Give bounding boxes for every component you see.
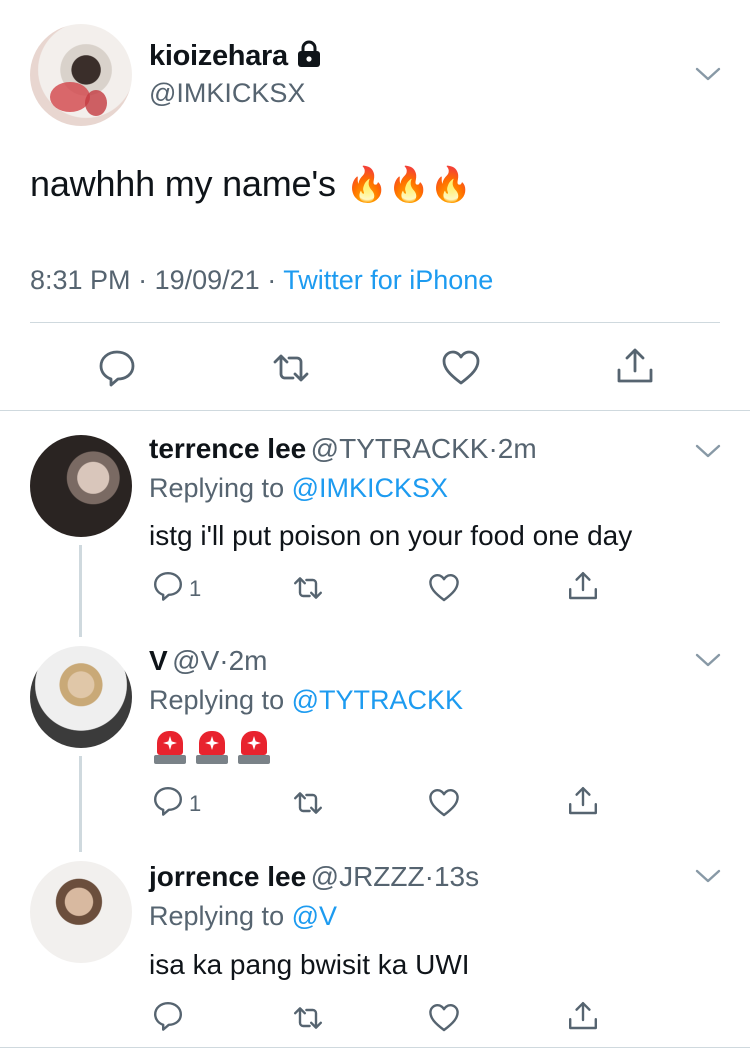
- tweet-meta: 8:31 PM · 19/09/21 · Twitter for iPhone: [30, 265, 493, 296]
- tweet-body: nawhhh my name's: [30, 163, 336, 204]
- reply-avatar[interactable]: [30, 646, 132, 748]
- replying-to-link[interactable]: @IMKICKSX: [292, 473, 448, 503]
- thread-line: [79, 545, 82, 637]
- share-icon: [569, 787, 597, 815]
- siren-emoji: [196, 729, 228, 765]
- meta-separator: ·: [488, 433, 498, 464]
- like-button[interactable]: [428, 572, 460, 609]
- meta-separator: ·: [138, 265, 148, 295]
- replying-to-link[interactable]: @TYTRACKK: [292, 685, 463, 715]
- like-icon: [429, 1004, 459, 1032]
- share-button[interactable]: [567, 785, 599, 822]
- reply-icon: [99, 350, 135, 387]
- reply-button[interactable]: [152, 785, 184, 822]
- reply-avatar[interactable]: [30, 435, 132, 537]
- section-divider: [0, 1047, 750, 1048]
- replying-to-link[interactable]: @V: [292, 901, 337, 931]
- section-divider: [0, 410, 750, 411]
- author-display-name[interactable]: kioizehara: [149, 40, 288, 72]
- chevron-down-icon[interactable]: [695, 652, 721, 668]
- reply-avatar[interactable]: [30, 861, 132, 963]
- reply-text: [154, 729, 280, 770]
- reply-age: 2m: [497, 433, 537, 464]
- share-icon: [569, 1002, 597, 1030]
- siren-emoji: [154, 729, 186, 765]
- meta-separator: ·: [219, 645, 229, 676]
- tweet-text: nawhhh my name's 🔥🔥🔥: [30, 163, 472, 205]
- retweet-icon: [294, 1007, 322, 1029]
- tweet-time: 8:31 PM: [30, 265, 131, 295]
- replying-prefix: Replying to: [149, 473, 285, 503]
- reply-handle[interactable]: @TYTRACKK: [311, 433, 489, 464]
- reply-display-name[interactable]: jorrence lee: [149, 861, 306, 892]
- like-button[interactable]: [428, 1002, 460, 1039]
- reply-age: 13s: [433, 861, 480, 892]
- reply-text: isa ka pang bwisit ka UWI: [149, 949, 470, 980]
- reply-display-name[interactable]: terrence lee: [149, 433, 306, 464]
- meta-separator: ·: [424, 861, 434, 892]
- reply-count: 1: [189, 576, 202, 601]
- replying-to: Replying to @TYTRACKK: [149, 685, 463, 716]
- replying-prefix: Replying to: [149, 685, 285, 715]
- replying-prefix: Replying to: [149, 901, 285, 931]
- reply-header: jorrence lee @JRZZZ·13s: [149, 861, 479, 893]
- author-handle[interactable]: @IMKICKSX: [149, 78, 305, 109]
- meta-separator: ·: [267, 265, 277, 295]
- reply-handle[interactable]: @V: [172, 645, 219, 676]
- tweet-emoji: 🔥🔥🔥: [345, 166, 473, 204]
- author-avatar[interactable]: [30, 24, 132, 126]
- reply-header: V @V·2m: [149, 645, 267, 677]
- reply-handle[interactable]: @JRZZZ: [311, 861, 425, 892]
- divider: [30, 322, 720, 323]
- retweet-icon: [294, 577, 322, 599]
- like-icon: [429, 789, 459, 817]
- reply-header: terrence lee @TYTRACKK·2m: [149, 433, 537, 465]
- like-icon: [442, 350, 480, 385]
- tweet-source-link[interactable]: Twitter for iPhone: [283, 265, 493, 295]
- reply-button[interactable]: [97, 348, 137, 393]
- replying-to: Replying to @V: [149, 901, 337, 932]
- reply-button[interactable]: [152, 570, 184, 607]
- reply-age: 2m: [228, 645, 268, 676]
- share-button[interactable]: [567, 570, 599, 607]
- chevron-down-icon[interactable]: [695, 66, 721, 82]
- lock-icon: [296, 40, 322, 68]
- siren-emoji: [238, 729, 270, 765]
- retweet-icon: [273, 354, 309, 382]
- share-icon: [617, 348, 653, 383]
- retweet-button[interactable]: [292, 787, 324, 824]
- share-icon: [569, 572, 597, 600]
- share-button[interactable]: [567, 1000, 599, 1037]
- chevron-down-icon[interactable]: [695, 868, 721, 884]
- reply-icon: [154, 572, 182, 601]
- replying-to: Replying to @IMKICKSX: [149, 473, 448, 504]
- share-button[interactable]: [615, 346, 655, 391]
- like-button[interactable]: [428, 787, 460, 824]
- retweet-button[interactable]: [271, 348, 311, 393]
- author-name-row: kioizehara: [149, 40, 322, 73]
- like-button[interactable]: [441, 348, 481, 393]
- retweet-icon: [294, 792, 322, 814]
- reply-count: 1: [189, 791, 202, 816]
- thread-line: [79, 756, 82, 852]
- retweet-button[interactable]: [292, 572, 324, 609]
- retweet-button[interactable]: [292, 1002, 324, 1039]
- tweet-date: 19/09/21: [154, 265, 260, 295]
- reply-icon: [154, 787, 182, 816]
- like-icon: [429, 574, 459, 602]
- reply-button[interactable]: [152, 1000, 184, 1037]
- chevron-down-icon[interactable]: [695, 443, 721, 459]
- reply-icon: [154, 1002, 182, 1031]
- reply-text: istg i'll put poison on your food one da…: [149, 520, 633, 551]
- reply-display-name[interactable]: V: [149, 645, 168, 676]
